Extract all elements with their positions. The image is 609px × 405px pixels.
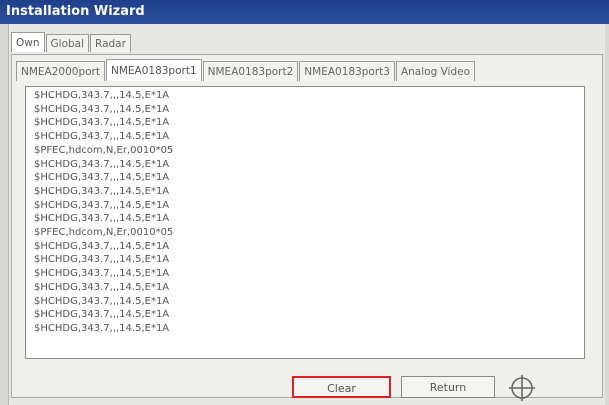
log-line: $PFEC,hdcom,N,Er,0010*05: [34, 227, 174, 239]
crosshair-icon[interactable]: [508, 374, 536, 402]
tab-analog-video[interactable]: Analog Video: [395, 61, 475, 81]
log-line: $HCHDG,343.7,,,14.5,E*1A: [34, 185, 170, 197]
window-title: Installation Wizard: [6, 4, 145, 19]
outer-tab-bar: Own Global Radar: [11, 32, 132, 52]
tab-nmea0183port3[interactable]: NMEA0183port3: [299, 61, 395, 81]
own-tab-panel: NMEA2000port NMEA0183port1 NMEA0183port2…: [11, 54, 603, 398]
title-bar: Installation Wizard: [0, 0, 609, 24]
log-line: $HCHDG,343.7,,,14.5,E*1A: [34, 213, 170, 225]
clear-button[interactable]: Clear: [292, 376, 391, 398]
log-line: $HCHDG,343.7,,,14.5,E*1A: [34, 295, 170, 307]
log-line: $HCHDG,343.7,,,14.5,E*1A: [34, 172, 170, 184]
tab-own[interactable]: Own: [11, 32, 45, 52]
port-tab-bar: NMEA2000port NMEA0183port1 NMEA0183port2…: [16, 59, 476, 81]
wizard-window: Own Global Radar NMEA2000port NMEA0183po…: [8, 24, 605, 405]
tab-radar[interactable]: Radar: [90, 34, 131, 52]
tab-nmea0183port2[interactable]: NMEA0183port2: [202, 61, 299, 81]
tab-nmea0183port1[interactable]: NMEA0183port1: [105, 59, 202, 81]
tab-global[interactable]: Global: [45, 34, 90, 52]
tab-nmea2000port[interactable]: NMEA2000port: [16, 61, 105, 81]
log-line: $HCHDG,343.7,,,14.5,E*1A: [34, 254, 170, 266]
log-line: $HCHDG,343.7,,,14.5,E*1A: [34, 309, 170, 321]
log-line: $HCHDG,343.7,,,14.5,E*1A: [34, 322, 170, 334]
log-line: $HCHDG,343.7,,,14.5,E*1A: [34, 268, 170, 280]
return-button[interactable]: Return: [401, 376, 495, 398]
log-line: $HCHDG,343.7,,,14.5,E*1A: [34, 131, 170, 143]
log-line: $HCHDG,343.7,,,14.5,E*1A: [34, 281, 170, 293]
log-line: $HCHDG,343.7,,,14.5,E*1A: [34, 90, 170, 101]
log-line: $HCHDG,343.7,,,14.5,E*1A: [34, 199, 170, 211]
log-line: $HCHDG,343.7,,,14.5,E*1A: [34, 240, 170, 252]
log-line: $HCHDG,343.7,,,14.5,E*1A: [34, 158, 170, 170]
log-line: $PFEC,hdcom,N,Er,0010*05: [34, 144, 174, 156]
nmea-log-list[interactable]: $HCHDG,343.7,,,14.5,E*1A $HCHDG,343.7,,,…: [25, 86, 585, 359]
log-line: $HCHDG,343.7,,,14.5,E*1A: [34, 103, 170, 115]
log-line: $HCHDG,343.7,,,14.5,E*1A: [34, 117, 170, 129]
